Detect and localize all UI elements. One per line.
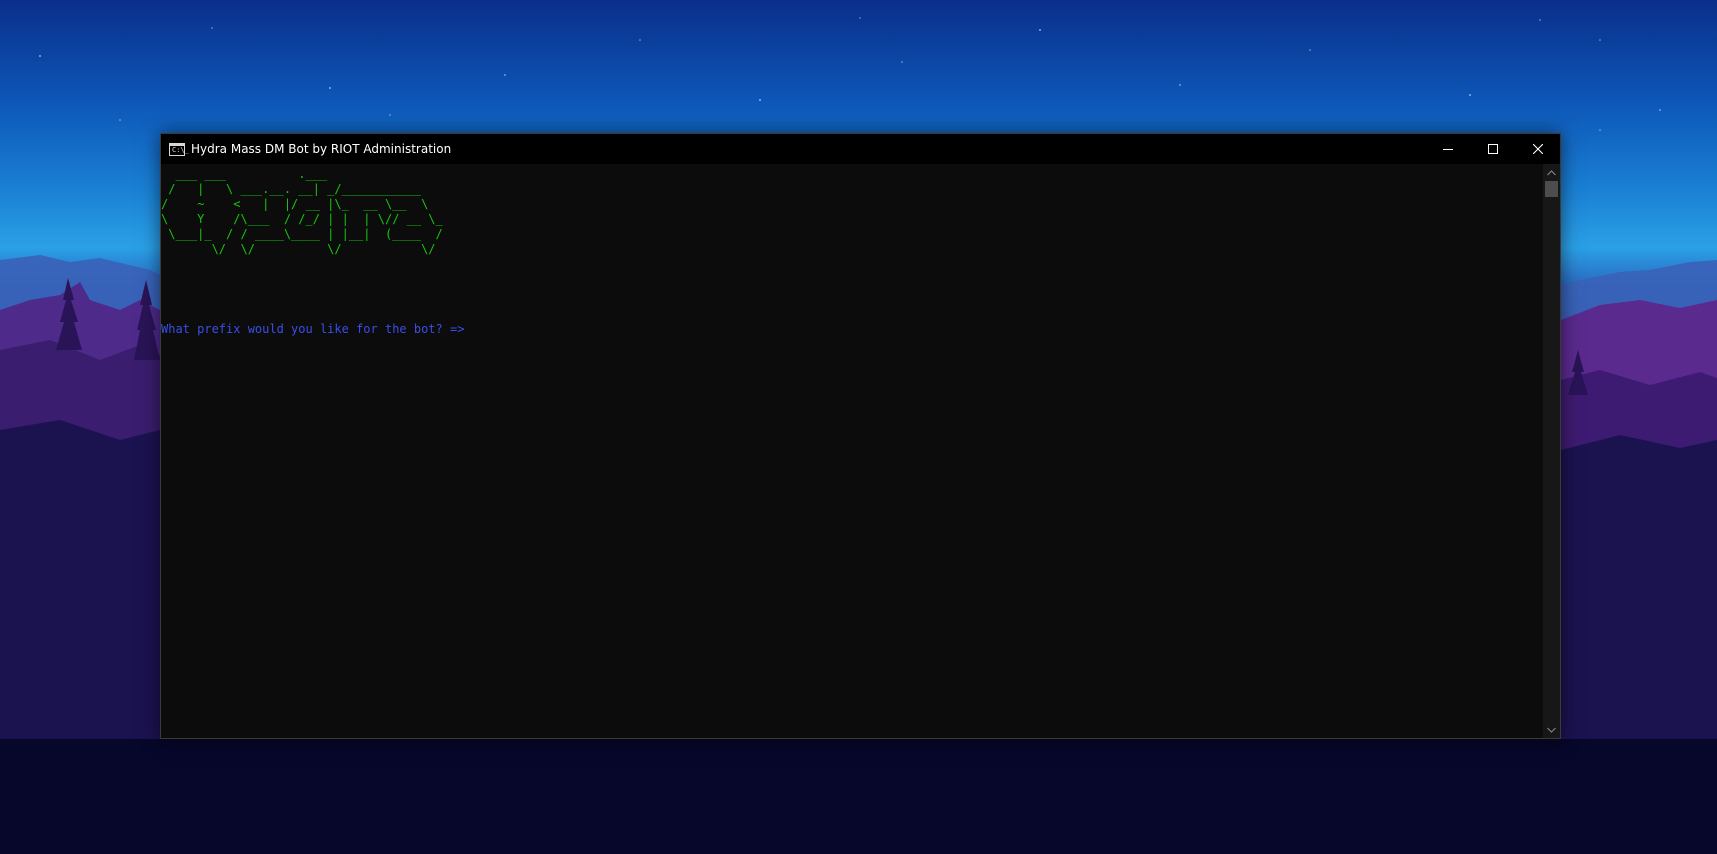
close-icon xyxy=(1532,144,1543,154)
scroll-down-button[interactable] xyxy=(1543,721,1560,738)
console-output[interactable]: ___ ___ .___ / | \ ___.__. __| _/_______… xyxy=(161,164,1543,738)
minimize-button[interactable] xyxy=(1425,134,1470,164)
window-title: Hydra Mass DM Bot by RIOT Administration xyxy=(191,142,452,156)
scroll-up-button[interactable] xyxy=(1543,164,1560,181)
chevron-up-icon xyxy=(1547,169,1556,175)
prefix-prompt: What prefix would you like for the bot? … xyxy=(161,322,465,336)
chevron-down-icon xyxy=(1547,727,1556,733)
console-icon-glyph: C:\_ xyxy=(172,145,189,154)
caption-buttons xyxy=(1425,134,1560,164)
minimize-icon xyxy=(1442,149,1453,150)
maximize-icon xyxy=(1487,144,1498,154)
console-icon: C:\_ xyxy=(169,142,189,156)
hydra-ascii-banner: ___ ___ .___ / | \ ___.__. __| _/_______… xyxy=(161,167,443,256)
maximize-button[interactable] xyxy=(1470,134,1515,164)
vertical-scrollbar[interactable] xyxy=(1543,164,1560,738)
console-window[interactable]: C:\_ Hydra Mass DM Bot by RIOT Administr… xyxy=(160,133,1561,739)
scroll-thumb[interactable] xyxy=(1545,181,1558,197)
close-button[interactable] xyxy=(1515,134,1560,164)
title-bar[interactable]: C:\_ Hydra Mass DM Bot by RIOT Administr… xyxy=(161,134,1560,164)
